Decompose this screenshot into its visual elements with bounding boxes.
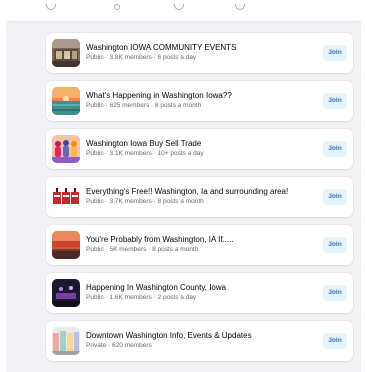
group-name[interactable]: Washington Iowa Buy Sell Trade	[86, 138, 306, 149]
chevron-icon[interactable]	[235, 4, 245, 10]
join-button[interactable]: Join	[323, 285, 347, 301]
free-sign-photo[interactable]	[52, 183, 80, 211]
group-meta: Public · 5K members · 8 posts a month	[86, 246, 199, 253]
downtown-street-photo[interactable]	[52, 327, 80, 355]
group-card[interactable]: You're Probably from Washington, IA If..…	[46, 225, 353, 265]
chevron-icon[interactable]	[46, 4, 56, 10]
group-meta: Public · 3.7K members · 8 posts a month	[86, 198, 204, 205]
group-card[interactable]: Washington Iowa Buy Sell Trade Public · …	[46, 129, 353, 169]
join-button[interactable]: Join	[323, 45, 347, 61]
group-name[interactable]: What's Happening in Washington Iowa??	[86, 90, 306, 101]
group-card[interactable]: Happening In Washington County, Iowa Pub…	[46, 273, 353, 313]
group-info: Downtown Washington Info, Events & Updat…	[86, 330, 306, 351]
group-meta: Public · 3.1K members · 10+ posts a day	[86, 150, 204, 157]
group-meta: Public · 625 members · 8 posts a month	[86, 102, 202, 109]
group-name[interactable]: You're Probably from Washington, IA If..…	[86, 234, 306, 245]
group-info: Washington IOWA COMMUNITY EVENTS Public …	[86, 42, 306, 63]
group-meta: Public · 1.6K members · 2 posts a day	[86, 294, 197, 301]
group-name[interactable]: Everything's Free!! Washington, Ia and s…	[86, 186, 306, 197]
dot-icon[interactable]	[114, 4, 120, 10]
chevron-icon[interactable]	[174, 4, 184, 10]
group-info: Washington Iowa Buy Sell Trade Public · …	[86, 138, 306, 159]
sunset-lake-photo[interactable]	[52, 87, 80, 115]
group-info: Happening In Washington County, Iowa Pub…	[86, 282, 306, 303]
group-name[interactable]: Happening In Washington County, Iowa	[86, 282, 306, 293]
top-nav-strip	[6, 0, 361, 22]
join-button[interactable]: Join	[323, 93, 347, 109]
group-info: You're Probably from Washington, IA If..…	[86, 234, 306, 255]
join-button[interactable]: Join	[323, 189, 347, 205]
orange-sky-photo[interactable]	[52, 231, 80, 259]
join-button[interactable]: Join	[323, 237, 347, 253]
groups-panel: Washington IOWA COMMUNITY EVENTS Public …	[6, 0, 361, 372]
people-crowd-photo[interactable]	[52, 135, 80, 163]
group-info: What's Happening in Washington Iowa?? Pu…	[86, 90, 306, 111]
group-name[interactable]: Washington IOWA COMMUNITY EVENTS	[86, 42, 306, 53]
group-card[interactable]: What's Happening in Washington Iowa?? Pu…	[46, 81, 353, 121]
group-info: Everything's Free!! Washington, Ia and s…	[86, 186, 306, 207]
group-card[interactable]: Washington IOWA COMMUNITY EVENTS Public …	[46, 33, 353, 73]
group-card[interactable]: Downtown Washington Info, Events & Updat…	[46, 321, 353, 361]
join-button[interactable]: Join	[323, 333, 347, 349]
night-stage-photo[interactable]	[52, 279, 80, 307]
join-button[interactable]: Join	[323, 141, 347, 157]
group-list: Washington IOWA COMMUNITY EVENTS Public …	[46, 33, 353, 369]
storefront-photo[interactable]	[52, 39, 80, 67]
group-meta: Public · 3.8K members · 6 posts a day	[86, 54, 197, 61]
group-card[interactable]: Everything's Free!! Washington, Ia and s…	[46, 177, 353, 217]
group-name[interactable]: Downtown Washington Info, Events & Updat…	[86, 330, 306, 341]
group-meta: Private · 620 members	[86, 342, 152, 349]
